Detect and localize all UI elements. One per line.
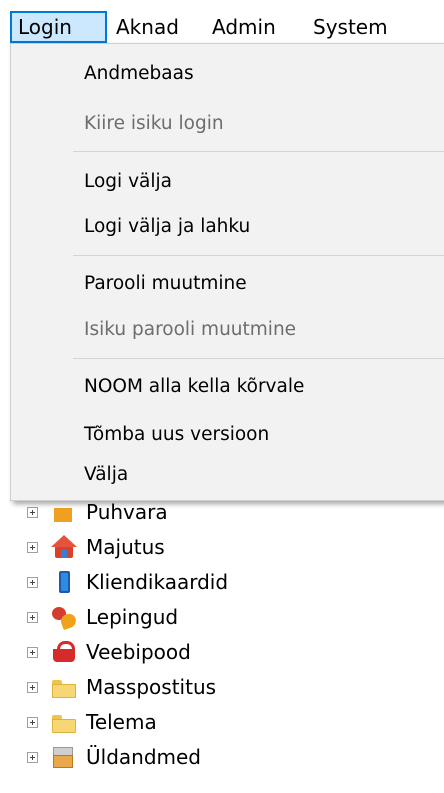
login-dropdown-menu: Andmebaas Kiire isiku login Logi välja L… — [10, 43, 444, 501]
house-icon — [50, 535, 78, 559]
expand-icon[interactable] — [27, 681, 38, 693]
tree-item-label: Puhvara — [86, 500, 168, 524]
tree-item-label: Majutus — [86, 535, 165, 559]
tree-item-label: Üldandmed — [86, 745, 201, 769]
expand-icon[interactable] — [27, 646, 38, 658]
menu-item-logi-valja-ja-lahku[interactable]: Logi välja ja lahku — [11, 207, 444, 247]
menu-separator — [73, 358, 444, 359]
menu-item-andmebaas[interactable]: Andmebaas — [11, 54, 444, 94]
tree-item-label: Telema — [86, 710, 157, 734]
menu-login[interactable]: Login — [10, 11, 107, 43]
card-icon — [50, 570, 78, 594]
folder-icon — [50, 675, 78, 699]
expand-icon[interactable] — [27, 716, 38, 728]
tree-item-label: Lepingud — [86, 605, 179, 629]
menu-separator — [73, 151, 444, 152]
expand-icon[interactable] — [27, 611, 38, 623]
basket-icon — [50, 640, 78, 664]
tree-item-lepingud[interactable]: Lepingud — [27, 600, 427, 634]
menu-item-tomba-uus-versioon[interactable]: Tõmba uus versioon — [11, 415, 444, 455]
tree-item-masspostitus[interactable]: Masspostitus — [27, 670, 427, 704]
menu-bar: Login Aknad Admin System — [0, 0, 444, 43]
tree-item-majutus[interactable]: Majutus — [27, 530, 427, 564]
archive-icon — [50, 745, 78, 769]
expand-icon[interactable] — [27, 506, 38, 518]
tree-item-label: Veebipood — [86, 640, 191, 664]
cash-register-icon — [50, 500, 78, 524]
tree-item-label: Masspostitus — [86, 675, 217, 699]
tree-item-kliendikaardid[interactable]: Kliendikaardid — [27, 565, 427, 599]
menu-system[interactable]: System — [305, 11, 396, 43]
expand-icon[interactable] — [27, 541, 38, 553]
menu-separator — [73, 255, 444, 256]
menu-item-kiire-isiku-login: Kiire isiku login — [84, 113, 224, 134]
tree-item-label: Kliendikaardid — [86, 570, 229, 594]
menu-admin[interactable]: Admin — [204, 11, 284, 43]
bean-icon — [50, 605, 78, 629]
menu-item-parooli-muutmine[interactable]: Parooli muutmine — [11, 264, 444, 304]
tree-item-veebipood[interactable]: Veebipood — [27, 635, 427, 669]
menu-aknad[interactable]: Aknad — [108, 11, 187, 43]
menu-item-valja[interactable]: Välja — [11, 455, 444, 495]
tree-item-telema[interactable]: Telema — [27, 705, 427, 739]
expand-icon[interactable] — [27, 576, 38, 588]
menu-item-isiku-parooli-muutmine: Isiku parooli muutmine — [84, 319, 297, 340]
expand-icon[interactable] — [27, 751, 38, 763]
menu-item-noom-alla-kella-korvale[interactable]: NOOM alla kella kõrvale — [11, 367, 444, 407]
tree-item-yldandmed[interactable]: Üldandmed — [27, 740, 427, 774]
menu-item-logi-valja[interactable]: Logi välja — [11, 162, 444, 202]
folder-icon — [50, 710, 78, 734]
